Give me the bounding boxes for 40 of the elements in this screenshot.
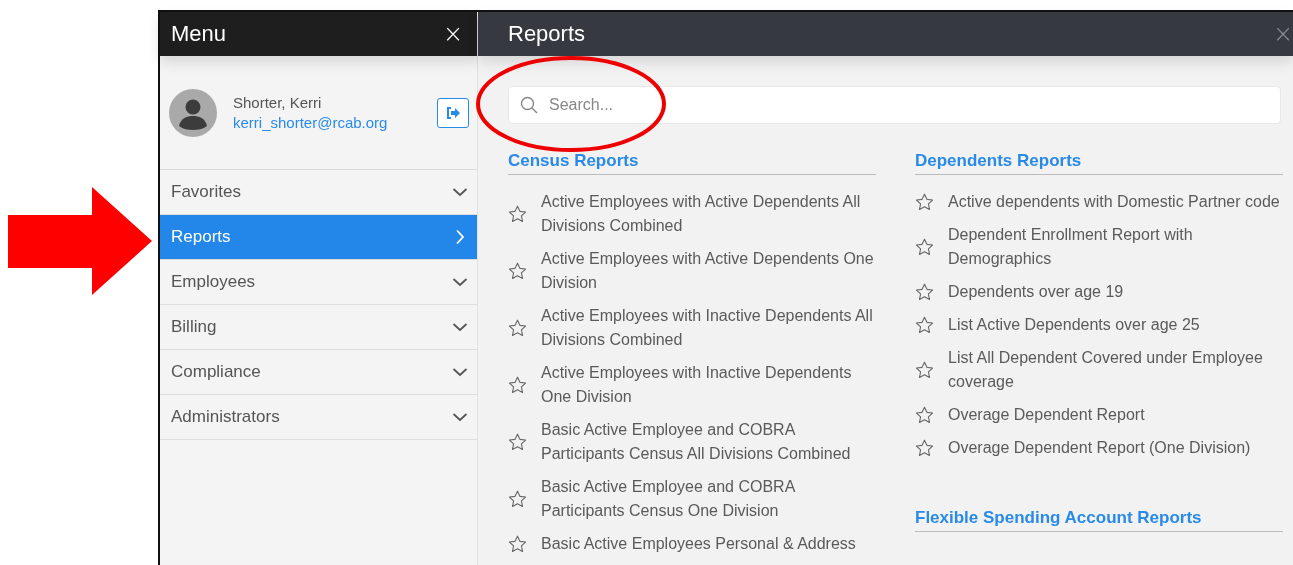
report-link[interactable]: Active Employees with Active Dependents All Divisions Combined bbox=[541, 190, 876, 238]
report-link[interactable]: Active dependents with Domestic Partner code bbox=[948, 190, 1283, 214]
close-button[interactable]: × bbox=[1272, 22, 1293, 46]
star-icon[interactable] bbox=[915, 439, 934, 457]
report-link[interactable]: Active Employees with Inactive Dependents All Divisions Combined bbox=[541, 304, 876, 352]
star-icon[interactable] bbox=[915, 406, 934, 424]
search-icon bbox=[520, 96, 538, 114]
email-link[interactable]: kerri_shorter@rcab.org bbox=[233, 114, 421, 131]
logout-icon bbox=[446, 106, 460, 119]
menu-item[interactable]: Reports bbox=[160, 215, 477, 260]
report-link[interactable]: Active Employees with Active Dependents One Division bbox=[541, 247, 876, 295]
report-link[interactable]: Basic Active Employee and COBRA Participants Census All Divisions Combined bbox=[541, 418, 876, 466]
star-icon[interactable] bbox=[508, 535, 527, 553]
logout-button[interactable] bbox=[437, 97, 469, 128]
report-link[interactable]: Dependents over age 19 bbox=[948, 280, 1283, 304]
star-icon[interactable] bbox=[508, 376, 527, 394]
star-icon[interactable] bbox=[508, 490, 527, 508]
report-link[interactable]: Basic Active Employees Personal & Address bbox=[541, 532, 876, 556]
close-button[interactable]: × bbox=[442, 22, 463, 46]
report-link[interactable]: Overage Dependent Report (One Division) bbox=[948, 436, 1283, 460]
star-icon[interactable] bbox=[915, 361, 934, 379]
star-icon[interactable] bbox=[915, 193, 934, 211]
report-link[interactable]: Active Employees with Inactive Dependents One Division bbox=[541, 361, 876, 409]
reports-title: Reports bbox=[508, 21, 586, 47]
star-icon[interactable] bbox=[915, 283, 934, 301]
report-link[interactable]: List Active Dependents over age 25 bbox=[948, 313, 1283, 337]
avatar-icon bbox=[169, 88, 217, 137]
search-field[interactable]: Search... bbox=[508, 86, 1281, 124]
menu-title: Menu bbox=[171, 21, 227, 47]
user-name: Shorter, Kerri bbox=[233, 94, 323, 111]
star-icon[interactable] bbox=[915, 238, 934, 256]
star-icon[interactable] bbox=[508, 433, 527, 451]
report-link[interactable]: Overage Dependent Report bbox=[948, 403, 1283, 427]
star-icon[interactable] bbox=[508, 205, 527, 223]
report-link[interactable]: Dependent Enrollment Report with Demographics bbox=[948, 223, 1283, 271]
star-icon[interactable] bbox=[508, 262, 527, 280]
report-link[interactable]: List All Dependent Covered under Employee coverage bbox=[948, 346, 1283, 394]
report-link[interactable]: Basic Active Employee and COBRA Participants Census One Division bbox=[541, 475, 876, 523]
star-icon[interactable] bbox=[508, 319, 527, 337]
star-icon[interactable] bbox=[915, 316, 934, 334]
